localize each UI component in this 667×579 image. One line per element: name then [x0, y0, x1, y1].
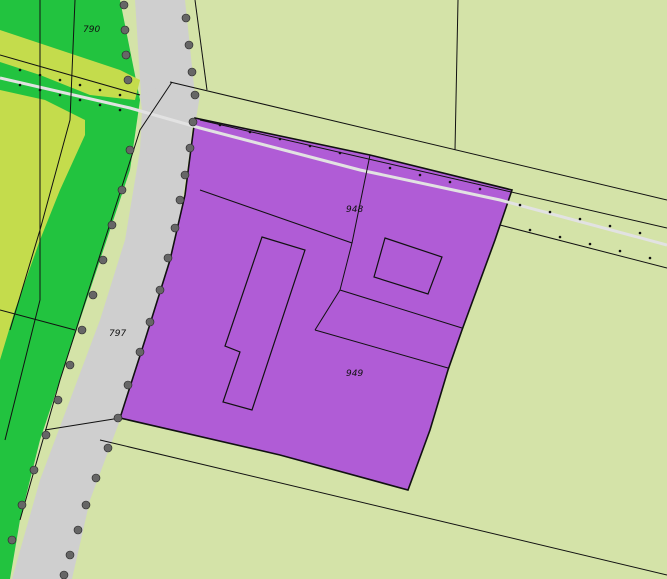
- parcel-label-797: 797: [109, 329, 126, 339]
- parcel-label-949: 949: [346, 369, 363, 379]
- parcel-label-790: 790: [83, 25, 100, 35]
- cadastral-map[interactable]: 790 948 797 949: [0, 0, 667, 579]
- parcel-label-948: 948: [346, 205, 363, 215]
